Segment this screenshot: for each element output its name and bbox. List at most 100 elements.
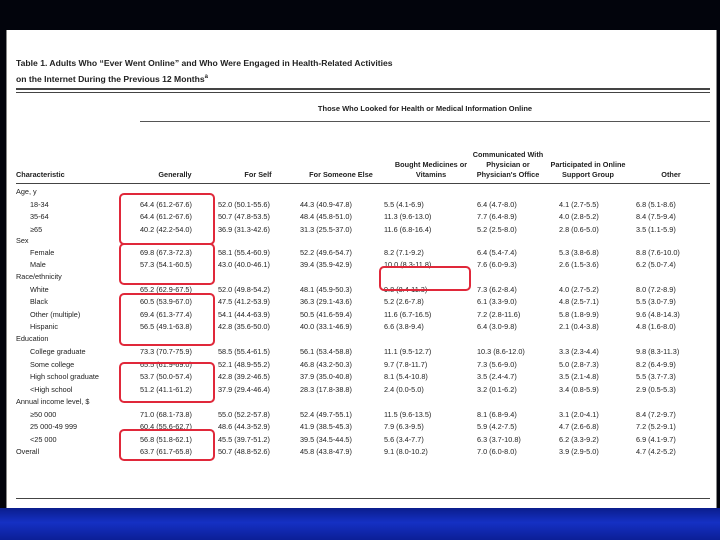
table-cell: 6.1 (3.3-9.0) (477, 297, 517, 306)
table-cell: 5.2 (2.5-8.0) (477, 225, 517, 234)
table-cell: 52.2 (49.6-54.7) (300, 248, 352, 257)
table-cell: 5.2 (2.6-7.8) (384, 297, 424, 306)
table-cell: 3.5 (2.4-4.7) (477, 372, 517, 381)
table-cell: 50.7 (48.8-52.6) (218, 447, 270, 456)
table-cell: 4.8 (2.5-7.1) (559, 297, 599, 306)
table-cell: 9.7 (7.8-11.7) (384, 360, 428, 369)
row-label: White (30, 285, 49, 294)
table-cell: 52.1 (48.9-55.2) (218, 360, 270, 369)
title-rule-thin (16, 92, 710, 93)
table-cell: 5.6 (3.4-7.7) (384, 435, 424, 444)
table-cell: 7.7 (6.4-8.9) (477, 212, 517, 221)
table-cell: 5.5 (3.7-7.3) (636, 372, 676, 381)
table-cell: 11.6 (6.8-16.4) (384, 225, 432, 234)
table-cell: 8.1 (6.8-9.4) (477, 410, 517, 419)
table-cell: 8.0 (7.2-8.9) (636, 285, 676, 294)
table-cell: 5.0 (2.8-7.3) (559, 360, 599, 369)
table-cell: 41.9 (38.5-45.3) (300, 422, 352, 431)
table-cell: 8.4 (7.5-9.4) (636, 212, 676, 221)
table-cell: 4.7 (4.2-5.2) (636, 447, 676, 456)
table-title: Table 1. Adults Who “Ever Went Online” a… (16, 56, 576, 86)
table-cell: 6.6 (3.8-9.4) (384, 322, 424, 331)
table-cell: 3.3 (2.3-4.4) (559, 347, 599, 356)
table-cell: 7.9 (6.3-9.5) (384, 422, 424, 431)
column-header-4: Bought Medicines or Vitamins (394, 160, 468, 179)
table-cell: 7.2 (2.8-11.6) (477, 310, 521, 319)
table-cell: 42.8 (35.6-50.0) (218, 322, 270, 331)
table-cell: 7.3 (5.6-9.0) (477, 360, 517, 369)
row-label: 18-34 (30, 200, 49, 209)
row-label: High school graduate (30, 372, 99, 381)
row-label: Overall (16, 447, 40, 456)
row-label: Some college (30, 360, 75, 369)
table-cell: 9.8 (8.3-11.3) (636, 347, 680, 356)
table-cell: 48.4 (45.8-51.0) (300, 212, 352, 221)
highlight-box-3 (119, 293, 215, 346)
column-header-6: Participated in Online Support Group (550, 160, 626, 179)
table-cell: 52.4 (49.7-55.1) (300, 410, 352, 419)
slide-bottom-bar (0, 508, 720, 540)
column-spanner: Those Who Looked for Health or Medical I… (317, 104, 533, 113)
table-cell: 6.4 (5.4-7.4) (477, 248, 517, 257)
highlight-box-2 (119, 243, 215, 285)
table-cell: 6.3 (3.7-10.8) (477, 435, 521, 444)
table-cell: 45.5 (39.7-51.2) (218, 435, 270, 444)
table-cell: 2.6 (1.5-3.6) (559, 260, 599, 269)
table-cell: 9.1 (8.0-10.2) (384, 447, 428, 456)
highlight-box-1 (119, 193, 215, 245)
table-cell: 8.2 (7.1-9.2) (384, 248, 424, 257)
table-cell: 73.3 (70.7-75.9) (140, 347, 192, 356)
table-cell: 4.0 (2.8-5.2) (559, 212, 599, 221)
table-cell: 48.6 (44.3-52.9) (218, 422, 270, 431)
column-header-7: Other (661, 170, 681, 179)
column-header-1: Generally (158, 170, 192, 179)
row-label: <25 000 (30, 435, 57, 444)
table-cell: 2.9 (0.5-5.3) (636, 385, 676, 394)
table-cell: 6.8 (5.1-8.6) (636, 200, 676, 209)
row-label: <High school (30, 385, 73, 394)
row-label: 35-64 (30, 212, 49, 221)
table-cell: 4.1 (2.7-5.5) (559, 200, 599, 209)
row-label: Annual income level, $ (16, 397, 90, 406)
table-title-line-1: Table 1. Adults Who “Ever Went Online” a… (16, 58, 393, 68)
table-cell: 5.5 (3.0-7.9) (636, 297, 676, 306)
row-label: College graduate (30, 347, 86, 356)
table-cell: 37.9 (29.4-46.4) (218, 385, 270, 394)
table-cell: 58.1 (55.4-60.9) (218, 248, 270, 257)
table-cell: 3.1 (2.0-4.1) (559, 410, 599, 419)
row-label: ≥65 (30, 225, 43, 234)
table-cell: 2.4 (0.0-5.0) (384, 385, 424, 394)
table-cell: 39.4 (35.9-42.9) (300, 260, 352, 269)
table-cell: 46.8 (43.2-50.3) (300, 360, 352, 369)
table-cell: 31.3 (25.5-37.0) (300, 225, 352, 234)
table-cell: 50.7 (47.8-53.5) (218, 212, 270, 221)
row-label: Male (30, 260, 46, 269)
table-cell: 47.5 (41.2-53.9) (218, 297, 270, 306)
table-cell: 11.3 (9.6-13.0) (384, 212, 432, 221)
table-cell: 9.6 (4.8-14.3) (636, 310, 680, 319)
table-cell: 5.5 (4.1-6.9) (384, 200, 424, 209)
table-cell: 4.7 (2.6-6.8) (559, 422, 599, 431)
table-cell: 2.8 (0.6-5.0) (559, 225, 599, 234)
table-cell: 11.6 (6.7-16.5) (384, 310, 432, 319)
row-label: ≥50 000 (30, 410, 57, 419)
row-label: Race/ethnicity (16, 272, 62, 281)
table-cell: 6.4 (4.7-8.0) (477, 200, 517, 209)
presentation-slide: Table 1. Adults Who “Ever Went Online” a… (0, 0, 720, 540)
table-cell: 52.0 (50.1-55.6) (218, 200, 270, 209)
table-cell: 36.9 (31.3-42.6) (218, 225, 270, 234)
table-cell: 10.3 (8.6-12.0) (477, 347, 525, 356)
table-cell: 3.2 (0.1-6.2) (477, 385, 517, 394)
table-cell: 6.4 (3.0-9.8) (477, 322, 517, 331)
table-cell: 39.5 (34.5-44.5) (300, 435, 352, 444)
column-header-2: For Self (244, 170, 272, 179)
column-header-5: Communicated With Physician or Physician… (472, 150, 544, 179)
header-rule (16, 183, 710, 184)
table-cell: 5.8 (1.8-9.9) (559, 310, 599, 319)
table-cell: 37.9 (35.0-40.8) (300, 372, 352, 381)
table-cell: 7.2 (5.2-9.1) (636, 422, 676, 431)
table-cell: 54.1 (44.4-63.9) (218, 310, 270, 319)
table-cell: 11.5 (9.6-13.5) (384, 410, 432, 419)
table-cell: 5.9 (4.2-7.5) (477, 422, 517, 431)
highlight-box-6 (379, 266, 471, 291)
